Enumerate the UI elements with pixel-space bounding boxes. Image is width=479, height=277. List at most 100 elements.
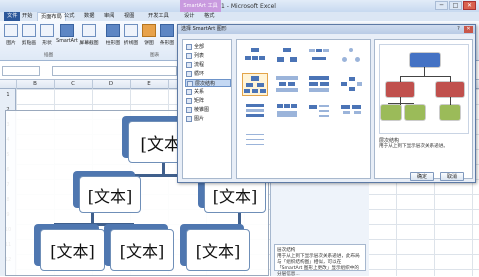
- smartart-label: SmartArt: [56, 39, 78, 44]
- smartart-node-bottom-3[interactable]: [文本]: [186, 229, 250, 271]
- screenshot-button[interactable]: 屏幕截图: [78, 24, 100, 46]
- layout-architecture[interactable]: [274, 101, 300, 124]
- category-label: 列表: [194, 53, 205, 59]
- dialog-title: 选择 SmartArt 图形: [178, 25, 475, 34]
- category-label: 循环: [194, 71, 205, 77]
- category-label: 棱锥图: [194, 107, 210, 113]
- column-header-d[interactable]: D: [92, 80, 131, 89]
- column-header-b[interactable]: B: [16, 80, 55, 89]
- category-label: 流程: [194, 62, 205, 68]
- category-label: 层次结构: [195, 81, 216, 87]
- tab-review[interactable]: 审阅: [104, 12, 114, 21]
- tab-view[interactable]: 视图: [124, 12, 134, 21]
- minimize-button[interactable]: ─: [435, 1, 448, 10]
- picture-icon: [186, 116, 192, 122]
- category-matrix[interactable]: 矩阵: [185, 97, 231, 105]
- all-icon: [186, 44, 192, 50]
- screenshot-label: 屏幕截图: [79, 41, 99, 46]
- category-process[interactable]: 流程: [185, 61, 231, 69]
- category-relationship[interactable]: 关系: [185, 88, 231, 96]
- process-icon: [186, 62, 192, 68]
- layout-half-circle-org[interactable]: [306, 45, 332, 68]
- group-illustrations: 插图: [44, 53, 54, 58]
- smartart-button[interactable]: SmartArt: [56, 24, 78, 44]
- layout-labeled-hierarchy[interactable]: [274, 73, 300, 96]
- smartart-node-bottom-1[interactable]: [文本]: [40, 229, 105, 271]
- layout-name-title-org[interactable]: [274, 45, 300, 68]
- smartart-icon: [60, 24, 74, 37]
- screenshot-icon: [82, 24, 96, 37]
- layout-horizontal-hierarchy[interactable]: [338, 73, 364, 96]
- pie-chart-button[interactable]: 饼图: [140, 24, 158, 46]
- maximize-button[interactable]: □: [449, 1, 462, 10]
- picture-label: 图片: [6, 41, 16, 46]
- bar-chart-icon: [160, 24, 174, 37]
- category-cycle[interactable]: 循环: [185, 70, 231, 78]
- close-window-button[interactable]: ✕: [463, 1, 476, 10]
- category-list-type[interactable]: 列表: [185, 52, 231, 60]
- layout-circle-picture-hierarchy[interactable]: [338, 45, 364, 68]
- picture-button[interactable]: 图片: [2, 24, 20, 46]
- smartart-node-mid-left[interactable]: [文本]: [79, 176, 141, 213]
- category-list: 全部 列表 流程 循环 层次结构 关系 矩阵 棱锥图 图片: [182, 39, 232, 179]
- smartart-tools-contextual-tab[interactable]: SmartArt 工具: [180, 0, 221, 12]
- matrix-icon: [186, 98, 192, 104]
- cancel-button[interactable]: 取消: [440, 172, 464, 181]
- tab-formulas[interactable]: 公式: [64, 12, 74, 21]
- layout-hierarchy[interactable]: [242, 73, 268, 96]
- preview-bottom-shape: [405, 105, 425, 120]
- layout-description: 用于从上到下显示层次关系递进。: [379, 144, 448, 149]
- tab-developer[interactable]: 开发工具: [148, 12, 169, 21]
- layout-org-chart[interactable]: [242, 45, 268, 68]
- bar-chart-label: 条形图: [159, 41, 175, 46]
- pie-chart-label: 饼图: [144, 41, 154, 46]
- clipart-button[interactable]: 剪贴画: [20, 24, 38, 46]
- category-picture[interactable]: 图片: [185, 115, 231, 123]
- clipart-icon: [22, 24, 36, 37]
- layout-preview-pane: 层次结构 用于从上到下显示层次关系递进。: [374, 39, 473, 179]
- column-chart-label: 柱形图: [105, 41, 121, 46]
- category-all[interactable]: 全部: [185, 43, 231, 51]
- layout-table-hierarchy[interactable]: [306, 73, 332, 96]
- row-header[interactable]: 1: [0, 92, 16, 98]
- name-box[interactable]: [2, 66, 40, 76]
- ok-button[interactable]: 确定: [410, 172, 434, 181]
- text-pane-desc: 用于从上到下显示层次关系递进，此布局与「组织结构图」相似，可以在「SmartAr…: [277, 254, 360, 277]
- help-button[interactable]: ?: [455, 26, 462, 33]
- category-hierarchy[interactable]: 层次结构: [185, 79, 231, 87]
- column-header-e[interactable]: E: [130, 80, 169, 89]
- layout-preview-image: [379, 44, 469, 134]
- shapes-button[interactable]: 形状: [38, 24, 56, 46]
- layout-gallery: [236, 39, 371, 179]
- select-all-corner[interactable]: [0, 80, 17, 89]
- tab-format[interactable]: 格式: [204, 12, 214, 21]
- tab-data[interactable]: 数据: [84, 12, 94, 21]
- cycle-icon: [186, 71, 192, 77]
- layout-lines-hierarchy[interactable]: [242, 129, 268, 152]
- layout-horizontal-org[interactable]: [242, 101, 268, 124]
- bar-chart-button[interactable]: 条形图: [158, 24, 176, 46]
- relationship-icon: [186, 89, 192, 95]
- formula-input[interactable]: [52, 66, 177, 76]
- preview-mid-shape: [386, 82, 414, 97]
- tab-home[interactable]: 开始: [22, 12, 32, 21]
- line-chart-button[interactable]: 折线图: [122, 24, 140, 46]
- column-chart-button[interactable]: 柱形图: [104, 24, 122, 46]
- text-pane-description: 层次结构 用于从上到下显示层次关系递进，此布局与「组织结构图」相似，可以在「Sm…: [274, 244, 366, 277]
- tab-file[interactable]: 文件: [4, 12, 21, 21]
- preview-connector: [450, 97, 451, 105]
- picture-icon: [4, 24, 18, 37]
- category-pyramid[interactable]: 棱锥图: [185, 106, 231, 114]
- layout-name: 层次结构: [379, 138, 400, 144]
- choose-smartart-dialog: 选择 SmartArt 图形 ? ✕ 全部 列表 流程 循环 层次结构 关系 矩…: [177, 24, 476, 183]
- smartart-node-bottom-2[interactable]: [文本]: [110, 229, 174, 271]
- preview-top-shape: [410, 53, 440, 67]
- layout-lined-list-hierarchy[interactable]: [306, 101, 332, 124]
- layout-hierarchy-list[interactable]: [338, 101, 364, 124]
- category-label: 矩阵: [194, 98, 205, 104]
- dialog-close-button[interactable]: ✕: [464, 26, 473, 33]
- column-header-c[interactable]: C: [54, 80, 93, 89]
- tab-design[interactable]: 设计: [184, 12, 194, 21]
- line-chart-label: 折线图: [123, 41, 139, 46]
- connector-line: [54, 223, 134, 226]
